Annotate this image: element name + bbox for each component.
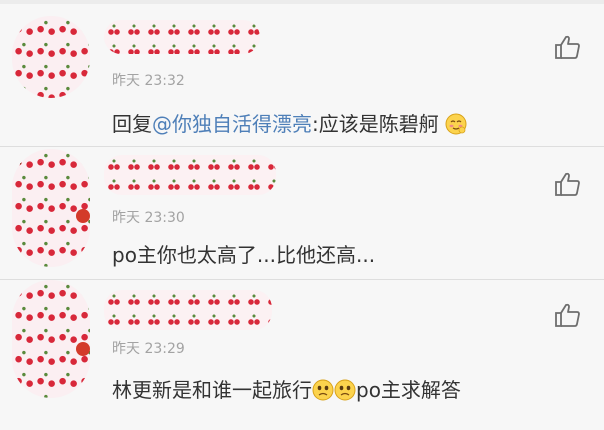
- comment-item[interactable]: 昨天 23:32 回复@你独自活得漂亮:应该是陈碧舸: [0, 4, 604, 147]
- username-obscured[interactable]: [104, 290, 272, 330]
- like-thumb-icon[interactable]: [554, 171, 582, 197]
- like-thumb-icon[interactable]: [554, 302, 582, 328]
- username-obscured[interactable]: [104, 155, 276, 195]
- sad-emoji-icon: [312, 379, 334, 401]
- comment-text-before: 林更新是和谁一起旅行: [112, 378, 312, 402]
- comment-body: 回复@你独自活得漂亮:应该是陈碧舸: [112, 108, 467, 137]
- comment-item[interactable]: 昨天 23:30 po主你也太高了...比他还高...: [0, 147, 604, 280]
- comment-item[interactable]: 昨天 23:29 林更新是和谁一起旅行 po主求解答: [0, 280, 604, 430]
- comment-body: 林更新是和谁一起旅行 po主求解答: [112, 374, 461, 403]
- username-obscured[interactable]: [104, 20, 260, 54]
- blush-emoji-icon: [445, 113, 467, 135]
- mention-link[interactable]: @你独自活得漂亮: [152, 112, 312, 136]
- avatar-obscured[interactable]: [12, 149, 90, 267]
- reply-prefix: 回复: [112, 112, 152, 136]
- avatar-obscured[interactable]: [12, 16, 90, 98]
- avatar-obscured[interactable]: [12, 280, 90, 398]
- verified-badge: [76, 342, 90, 356]
- comment-text: :应该是陈碧舸: [312, 112, 439, 136]
- comment-list: 昨天 23:32 回复@你独自活得漂亮:应该是陈碧舸 昨天 23:30 po主你…: [0, 0, 604, 430]
- verified-badge: [76, 209, 90, 223]
- sad-emoji-icon: [334, 379, 356, 401]
- comment-text-after: po主求解答: [356, 378, 461, 402]
- comment-body: po主你也太高了...比他还高...: [112, 239, 375, 268]
- comment-text: po主你也太高了...比他还高...: [112, 243, 376, 267]
- comment-time: 昨天 23:32: [112, 73, 185, 89]
- comment-time: 昨天 23:29: [112, 341, 185, 357]
- comment-time: 昨天 23:30: [112, 210, 185, 226]
- like-thumb-icon[interactable]: [554, 34, 582, 60]
